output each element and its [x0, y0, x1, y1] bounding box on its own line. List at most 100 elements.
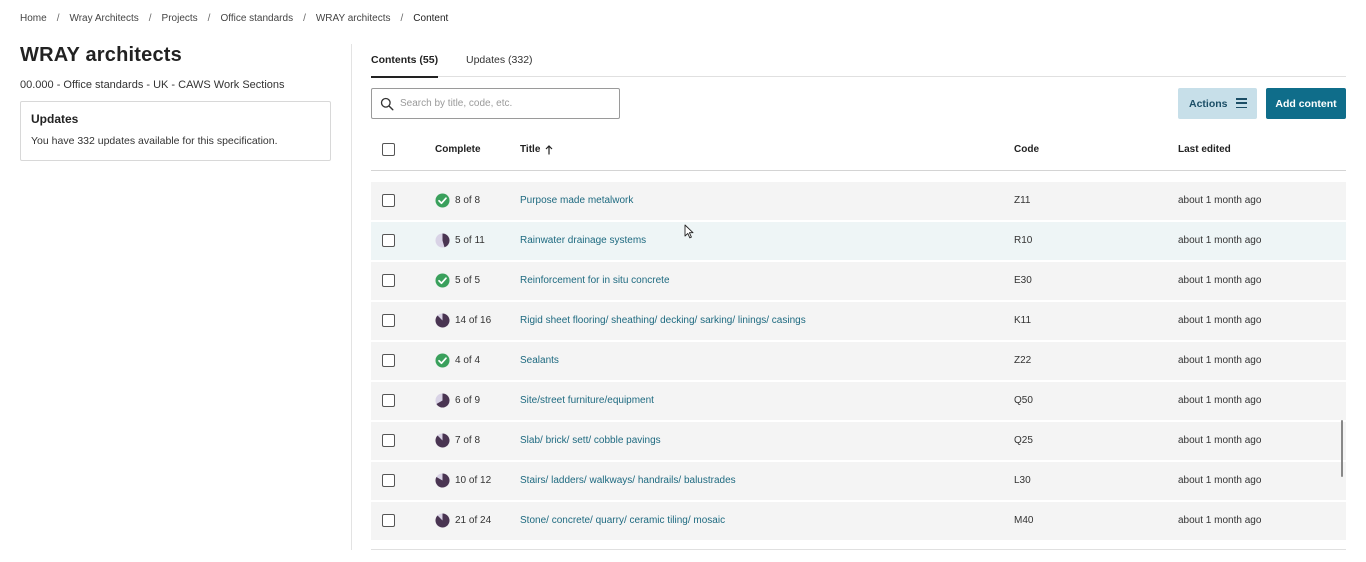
row-title-link[interactable]: Stone/ concrete/ quarry/ ceramic tiling/…: [520, 514, 725, 528]
row-title-link[interactable]: Rainwater drainage systems: [520, 234, 646, 248]
row-checkbox[interactable]: [382, 194, 395, 207]
complete-check-icon: [435, 193, 450, 208]
row-last-edited: about 1 month ago: [1178, 515, 1262, 526]
row-title-link[interactable]: Rigid sheet flooring/ sheathing/ decking…: [520, 314, 806, 328]
row-checkbox[interactable]: [382, 434, 395, 447]
updates-card-text: You have 332 updates available for this …: [31, 135, 278, 147]
mouse-cursor-icon: [684, 224, 694, 239]
row-last-edited: about 1 month ago: [1178, 395, 1262, 406]
complete-count: 7 of 8: [455, 435, 481, 446]
content-table-body: 8 of 8 Purpose made metalwork Z11 about …: [371, 182, 1346, 542]
complete-count: 8 of 8: [455, 195, 481, 206]
row-title-link[interactable]: Site/street furniture/equipment: [520, 394, 654, 408]
specification-panel: WRAY architects 00.000 - Office standard…: [20, 42, 332, 161]
complete-count: 14 of 16: [455, 315, 492, 326]
row-code: K11: [1014, 315, 1032, 326]
column-header-code[interactable]: Code: [1014, 143, 1039, 157]
progress-pie-icon: [435, 393, 450, 408]
progress-pie-icon: [435, 513, 450, 528]
progress-pie-icon: [435, 473, 450, 488]
row-last-edited: about 1 month ago: [1178, 435, 1262, 446]
progress-pie-icon: [435, 433, 450, 448]
row-checkbox[interactable]: [382, 474, 395, 487]
row-title-link[interactable]: Purpose made metalwork: [520, 194, 633, 208]
row-title-link[interactable]: Reinforcement for in situ concrete: [520, 274, 670, 288]
table-row[interactable]: 14 of 16 Rigid sheet flooring/ sheathing…: [371, 302, 1346, 340]
search-box[interactable]: [371, 88, 620, 119]
breadcrumb-separator: /: [148, 12, 152, 24]
complete-count: 21 of 24: [455, 515, 492, 526]
table-row[interactable]: 4 of 4 Sealants Z22 about 1 month ago: [371, 342, 1346, 380]
breadcrumb-separator: /: [303, 12, 306, 24]
tab-contents[interactable]: Contents (55): [371, 47, 439, 78]
breadcrumb-current: Content: [413, 12, 449, 24]
row-code: Q50: [1014, 395, 1033, 406]
specification-subtitle: 00.000 - Office standards - UK - CAWS Wo…: [20, 79, 285, 91]
sort-ascending-icon: [545, 145, 553, 155]
updates-card-title: Updates: [31, 112, 79, 126]
table-header: Complete Title Code Last edited: [371, 130, 1346, 171]
row-code: M40: [1014, 515, 1034, 526]
row-code: E30: [1014, 275, 1032, 286]
row-last-edited: about 1 month ago: [1178, 195, 1262, 206]
table-bottom-border: [371, 549, 1346, 550]
row-last-edited: about 1 month ago: [1178, 355, 1262, 366]
table-row[interactable]: 6 of 9 Site/street furniture/equipment Q…: [371, 382, 1346, 420]
table-row[interactable]: 10 of 12 Stairs/ ladders/ walkways/ hand…: [371, 462, 1346, 500]
breadcrumb-specification[interactable]: WRAY architects: [316, 13, 391, 24]
page-title: WRAY architects: [20, 44, 182, 66]
search-input[interactable]: [400, 98, 610, 109]
complete-count: 6 of 9: [455, 395, 481, 406]
complete-count: 5 of 5: [455, 275, 481, 286]
actions-button-label: Actions: [1189, 97, 1228, 110]
actions-button[interactable]: Actions: [1178, 88, 1257, 119]
breadcrumb-company[interactable]: Wray Architects: [69, 13, 138, 24]
table-row[interactable]: 5 of 11 Rainwater drainage systems R10 a…: [371, 222, 1346, 260]
row-title-link[interactable]: Slab/ brick/ sett/ cobble pavings: [520, 434, 661, 448]
row-code: R10: [1014, 235, 1033, 246]
row-last-edited: about 1 month ago: [1178, 315, 1262, 326]
column-header-title-label: Title: [520, 144, 541, 155]
row-code: Z22: [1014, 355, 1032, 366]
menu-icon: [1236, 98, 1247, 109]
row-checkbox[interactable]: [382, 514, 395, 527]
breadcrumb-project[interactable]: Office standards: [220, 13, 293, 24]
row-last-edited: about 1 month ago: [1178, 235, 1262, 246]
row-code: Z11: [1014, 195, 1031, 206]
breadcrumb: Home / Wray Architects / Projects / Offi…: [20, 11, 448, 25]
row-last-edited: about 1 month ago: [1178, 475, 1262, 486]
breadcrumb-separator: /: [400, 12, 404, 24]
content-tabs: Contents (55) Updates (332): [371, 47, 1346, 78]
add-content-button[interactable]: Add content: [1266, 88, 1346, 119]
scrollbar[interactable]: [1341, 420, 1343, 477]
column-header-title[interactable]: Title: [520, 143, 553, 157]
table-row[interactable]: 5 of 5 Reinforcement for in situ concret…: [371, 262, 1346, 300]
row-checkbox[interactable]: [382, 274, 395, 287]
tab-updates[interactable]: Updates (332): [466, 47, 533, 77]
column-header-last-edited[interactable]: Last edited: [1178, 143, 1231, 157]
row-last-edited: about 1 month ago: [1178, 275, 1262, 286]
breadcrumb-projects[interactable]: Projects: [162, 13, 198, 24]
breadcrumb-home[interactable]: Home: [20, 13, 47, 24]
table-row[interactable]: 21 of 24 Stone/ concrete/ quarry/ cerami…: [371, 502, 1346, 540]
breadcrumb-separator: /: [56, 12, 60, 24]
row-checkbox[interactable]: [382, 314, 395, 327]
row-checkbox[interactable]: [382, 354, 395, 367]
row-checkbox[interactable]: [382, 234, 395, 247]
row-title-link[interactable]: Stairs/ ladders/ walkways/ handrails/ ba…: [520, 474, 736, 488]
complete-check-icon: [435, 353, 450, 368]
row-checkbox[interactable]: [382, 394, 395, 407]
breadcrumb-separator: /: [207, 12, 211, 24]
column-header-complete[interactable]: Complete: [435, 143, 481, 157]
progress-pie-icon: [435, 233, 450, 248]
select-all-checkbox[interactable]: [382, 143, 395, 156]
table-row[interactable]: 8 of 8 Purpose made metalwork Z11 about …: [371, 182, 1346, 220]
progress-pie-icon: [435, 313, 450, 328]
row-title-link[interactable]: Sealants: [520, 354, 559, 368]
table-row[interactable]: 7 of 8 Slab/ brick/ sett/ cobble pavings…: [371, 422, 1346, 460]
complete-count: 10 of 12: [455, 475, 492, 486]
row-code: L30: [1014, 475, 1031, 486]
complete-count: 4 of 4: [455, 355, 481, 366]
complete-check-icon: [435, 273, 450, 288]
row-code: Q25: [1014, 435, 1033, 446]
